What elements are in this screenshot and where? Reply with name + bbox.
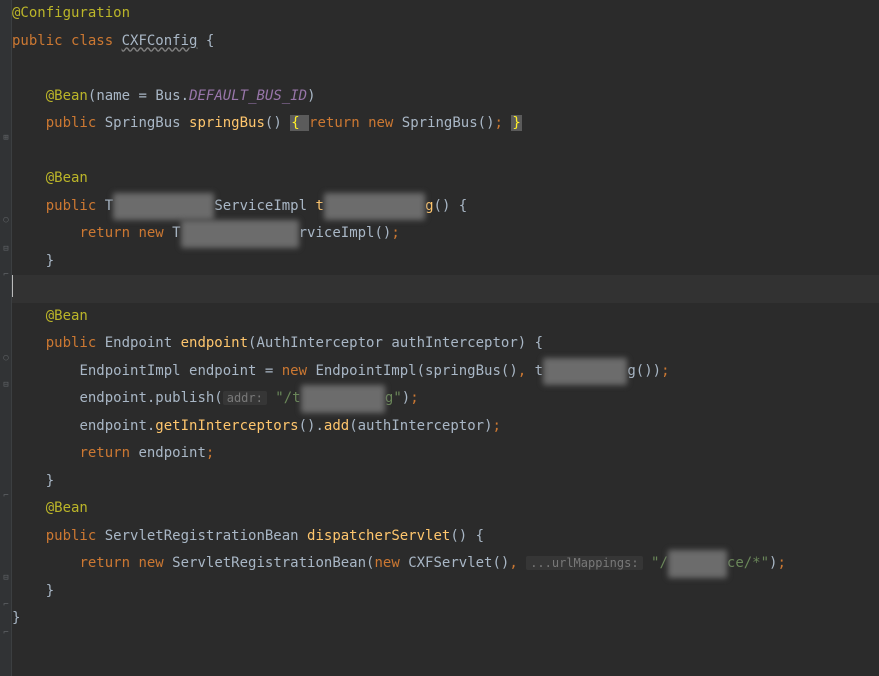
code-line: endpoint.publish(addr: "/txxxxxxxxxxg"); [12,385,879,413]
code-line: EndpointImpl endpoint = new EndpointImpl… [12,358,879,386]
fold-icon[interactable]: ⊟ [1,573,11,583]
redacted-text: xxxxxxxxxxxx [324,193,425,221]
fold-icon[interactable]: ⊟ [1,244,11,254]
code-line-current [12,275,879,303]
param-hint: addr: [223,391,267,405]
fold-close-icon[interactable]: ⌐ [1,600,11,610]
code-line [12,55,879,83]
code-line: return endpoint; [12,440,879,468]
redacted-text: xxxxxxxxxxxx [113,193,214,221]
code-line: public SpringBus springBus() { return ne… [12,110,879,138]
code-line: } [12,248,879,276]
override-icon[interactable]: ○ [1,215,11,225]
fold-icon[interactable]: ⊟ [1,380,11,390]
code-line: @Bean [12,495,879,523]
code-line: } [12,578,879,606]
code-editor[interactable]: @Configuration public class CXFConfig { … [12,0,879,676]
fold-close-icon[interactable]: ⌐ [1,491,11,501]
code-line: @Bean [12,303,879,331]
override-icon[interactable]: ○ [1,353,11,363]
redacted-text: xxxxxxxxxxxxxx [181,220,299,248]
editor-gutter: ⊞ ○ ⊟ ⌐ ○ ⊟ ⌐ ⊟ ⌐ ⌐ [0,0,12,676]
code-line: @Configuration [12,0,879,28]
code-line: public class CXFConfig { [12,28,879,56]
code-line: return new ServletRegistrationBean(new C… [12,550,879,578]
code-line: endpoint.getInInterceptors().add(authInt… [12,413,879,441]
redacted-text: xxxxxxx [668,550,727,578]
redacted-text: xxxxxxxxxx [301,385,385,413]
fold-close-icon[interactable]: ⌐ [1,270,11,280]
redacted-text: xxxxxxxxxx [543,358,627,386]
fold-close-icon[interactable]: ⌐ [1,628,11,638]
param-hint: ...urlMappings: [526,556,642,570]
code-line: public ServletRegistrationBean dispatche… [12,523,879,551]
code-line [12,138,879,166]
code-line: public TxxxxxxxxxxxxServiceImpl txxxxxxx… [12,193,879,221]
code-line: } [12,468,879,496]
code-line: @Bean [12,165,879,193]
code-line: @Bean(name = Bus.DEFAULT_BUS_ID) [12,83,879,111]
fold-icon[interactable]: ⊞ [1,133,11,143]
code-line: } [12,605,879,633]
code-line: return new TxxxxxxxxxxxxxxrviceImpl(); [12,220,879,248]
code-line: public Endpoint endpoint(AuthInterceptor… [12,330,879,358]
text-cursor [12,275,13,297]
